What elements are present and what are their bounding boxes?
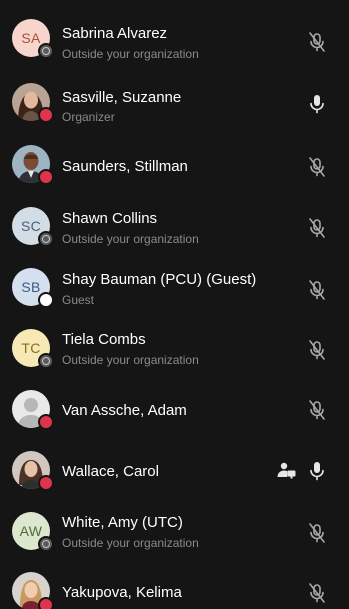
- participant-row[interactable]: SC Shawn Collins Outside your organizati…: [0, 197, 349, 258]
- external-status-icon: [38, 353, 54, 369]
- participant-subtitle: Organizer: [62, 110, 115, 124]
- external-status-icon: [38, 43, 54, 59]
- mic-muted-icon[interactable]: [307, 31, 327, 53]
- participant-subtitle: Guest: [62, 293, 95, 307]
- participant-row[interactable]: Wallace, Carol: [0, 440, 349, 501]
- busy-status-icon: [38, 414, 54, 430]
- participant-name: Wallace, Carol: [62, 463, 159, 480]
- avatar-initials: SA: [21, 30, 41, 46]
- presenter-icon: [275, 460, 297, 482]
- avatar-initials: SB: [21, 279, 41, 295]
- busy-status-icon: [38, 169, 54, 185]
- participant-subtitle: Outside your organization: [62, 47, 199, 61]
- participant-row[interactable]: Van Assche, Adam: [0, 379, 349, 440]
- mic-muted-icon[interactable]: [307, 582, 327, 604]
- participant-row[interactable]: Yakupova, Kelima: [0, 561, 349, 609]
- busy-status-icon: [38, 107, 54, 123]
- participant-row[interactable]: Sasville, Suzanne Organizer: [0, 73, 349, 134]
- participant-subtitle: Outside your organization: [62, 353, 199, 367]
- mic-muted-icon[interactable]: [307, 399, 327, 421]
- participant-name: Shay Bauman (PCU) (Guest): [62, 271, 257, 288]
- participant-name: Van Assche, Adam: [62, 402, 187, 419]
- participant-row[interactable]: SA Sabrina Alvarez Outside your organiza…: [0, 13, 349, 74]
- participant-subtitle: Outside your organization: [62, 232, 199, 246]
- avatar-initials: SC: [20, 218, 42, 234]
- participant-name: White, Amy (UTC): [62, 514, 183, 531]
- participant-list: SA Sabrina Alvarez Outside your organiza…: [0, 0, 349, 609]
- participant-name: Tiela Combs: [62, 331, 146, 348]
- avatar-initials: AW: [19, 523, 43, 539]
- participant-name: Saunders, Stillman: [62, 158, 188, 175]
- participant-row[interactable]: TC Tiela Combs Outside your organization: [0, 318, 349, 379]
- participant-name: Sasville, Suzanne: [62, 89, 182, 106]
- participant-row[interactable]: Saunders, Stillman: [0, 135, 349, 196]
- mic-on-icon[interactable]: [307, 460, 327, 482]
- mic-on-icon[interactable]: [307, 93, 327, 115]
- participant-row[interactable]: AW White, Amy (UTC) Outside your organiz…: [0, 501, 349, 562]
- available-status-icon: [38, 292, 54, 308]
- mic-muted-icon[interactable]: [307, 217, 327, 239]
- participant-name: Sabrina Alvarez: [62, 25, 168, 42]
- participant-row[interactable]: SB Shay Bauman (PCU) (Guest) Guest: [0, 257, 349, 318]
- participant-name: Shawn Collins: [62, 210, 158, 227]
- mic-muted-icon[interactable]: [307, 279, 327, 301]
- avatar-initials: TC: [21, 340, 41, 356]
- participant-name: Yakupova, Kelima: [62, 584, 182, 601]
- busy-status-icon: [38, 475, 54, 491]
- busy-status-icon: [38, 597, 54, 609]
- participant-subtitle: Outside your organization: [62, 536, 199, 550]
- mic-muted-icon[interactable]: [307, 156, 327, 178]
- external-status-icon: [38, 536, 54, 552]
- mic-muted-icon[interactable]: [307, 522, 327, 544]
- mic-muted-icon[interactable]: [307, 339, 327, 361]
- external-status-icon: [38, 231, 54, 247]
